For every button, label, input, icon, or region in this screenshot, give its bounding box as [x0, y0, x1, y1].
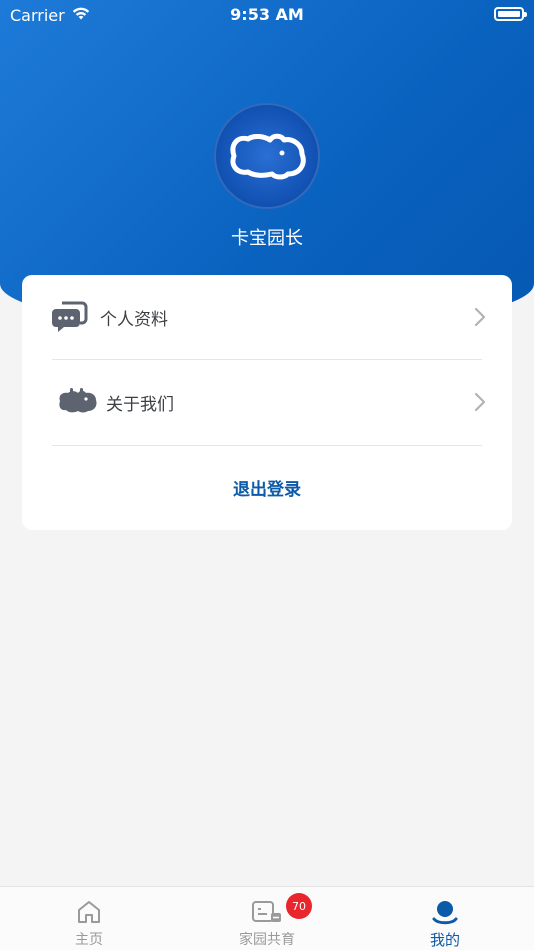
tab-bar: 主页 家园共育 70 我的 [0, 886, 534, 950]
profile-username: 卡宝园长 [231, 228, 303, 249]
home-icon [76, 899, 102, 925]
user-icon [432, 899, 458, 925]
tab-family-label: 家园共育 [239, 932, 295, 948]
menu-card: 个人资料 关于我们 退出登录 [22, 275, 512, 530]
hippo-icon [56, 387, 98, 419]
profile-page: Carrier 9:53 AM 卡宝园长 个人资料 关于我们 退出登录 主页 家… [0, 0, 534, 950]
menu-item-about[interactable]: 关于我们 [52, 360, 486, 445]
tab-mine-label: 我的 [429, 931, 460, 949]
tab-home-label: 主页 [75, 932, 103, 948]
tab-home[interactable]: 主页 [0, 887, 178, 950]
hippo-logo-icon [230, 133, 306, 180]
chat-bubbles-icon [52, 299, 88, 337]
carrier-label: Carrier [10, 5, 65, 25]
avatar[interactable] [214, 103, 320, 209]
battery-icon [494, 7, 527, 21]
tab-mine[interactable]: 我的 [356, 887, 534, 950]
menu-item-profile-label: 个人资料 [100, 310, 168, 330]
tab-family[interactable]: 家园共育 70 [178, 887, 356, 950]
wifi-icon [71, 5, 91, 25]
status-bar: Carrier 9:53 AM [0, 0, 534, 28]
menu-divider [52, 445, 482, 446]
carrier-info: Carrier [10, 5, 91, 25]
menu-item-profile[interactable]: 个人资料 [52, 275, 486, 360]
family-card-icon [252, 899, 282, 925]
chevron-right-icon [474, 392, 486, 416]
notification-badge: 70 [286, 893, 312, 919]
menu-item-about-label: 关于我们 [106, 395, 174, 415]
chevron-right-icon [474, 307, 486, 331]
logout-button[interactable]: 退出登录 [22, 475, 512, 500]
